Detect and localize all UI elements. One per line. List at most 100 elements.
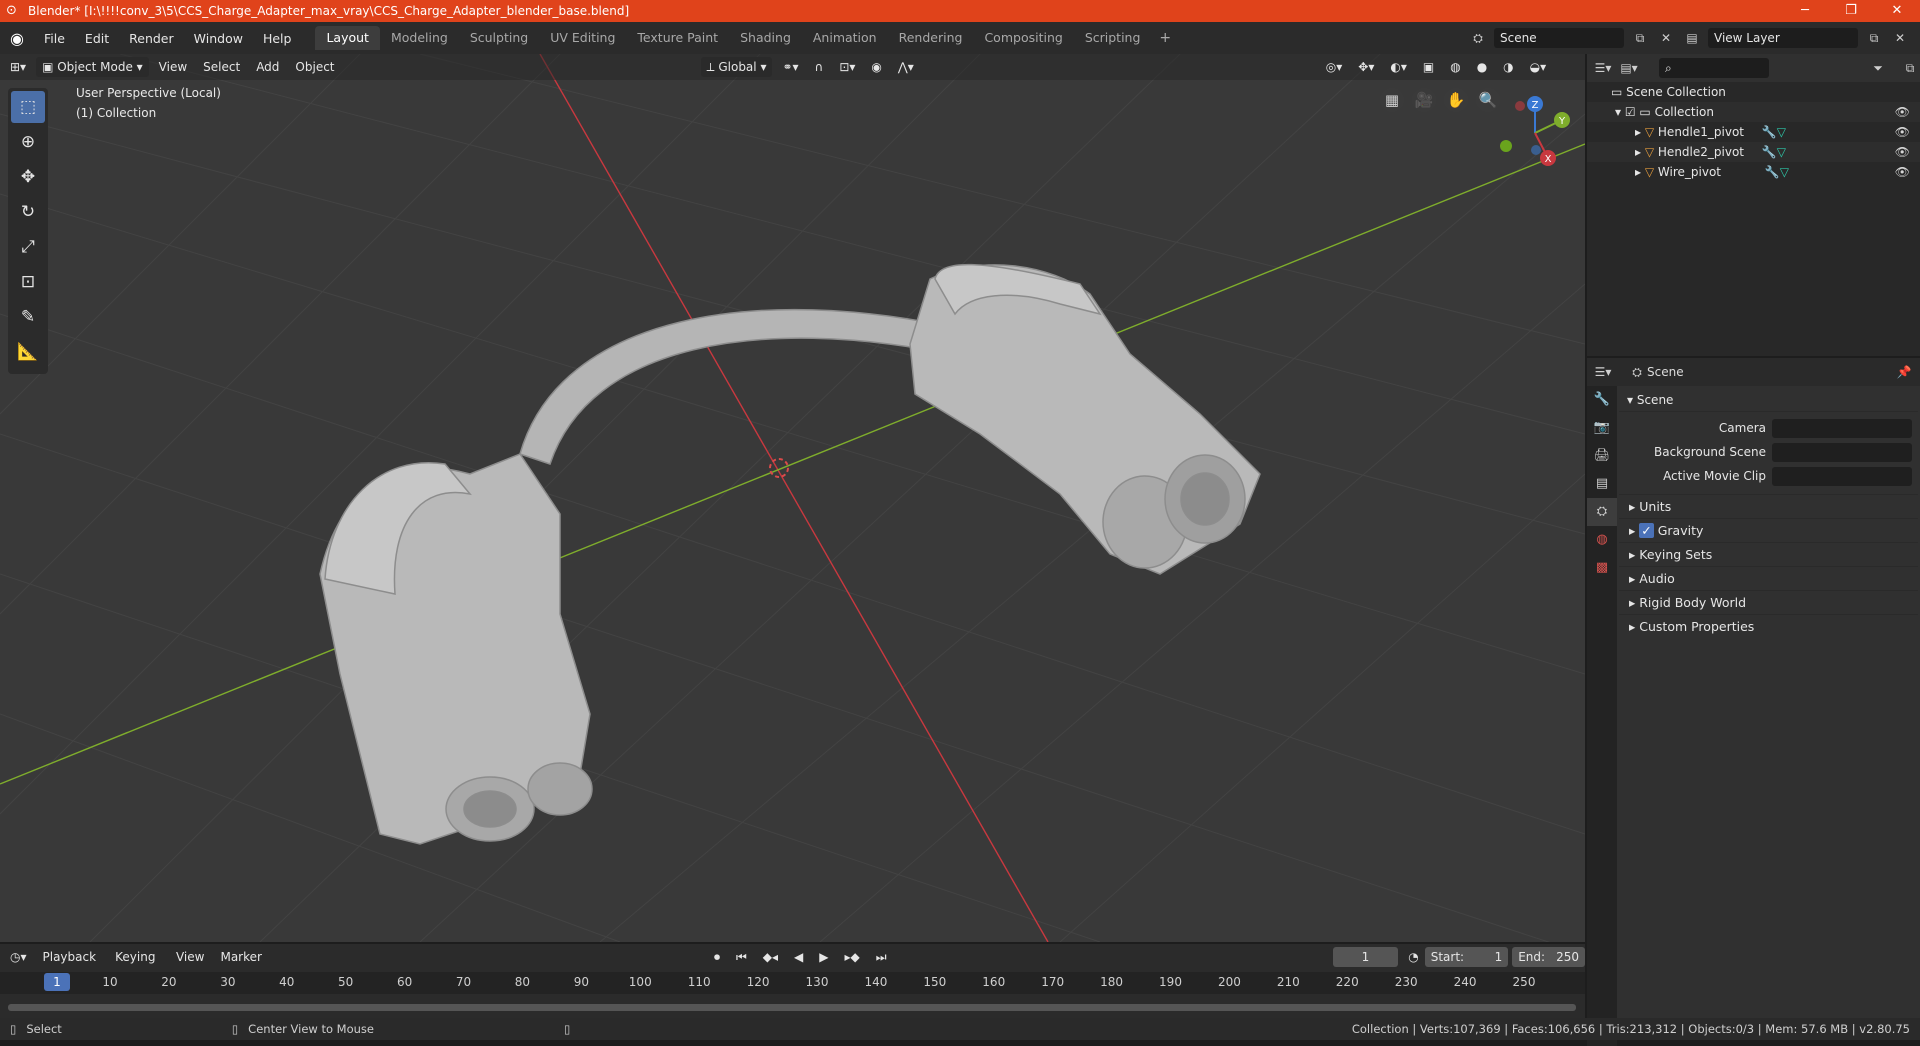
snap-target-icon[interactable]: ⊡▾: [833, 57, 861, 77]
texture-tab-icon[interactable]: ▩: [1587, 554, 1617, 582]
xray-icon[interactable]: ▣: [1417, 57, 1440, 77]
output-tab-icon[interactable]: 🖨: [1587, 442, 1617, 470]
jump-start-button[interactable]: ⏮: [730, 947, 753, 967]
eye-icon[interactable]: 👁: [1895, 102, 1910, 122]
tool-tab-icon[interactable]: 🔧: [1587, 386, 1617, 414]
menu-add[interactable]: Add: [250, 57, 285, 77]
play-reverse-button[interactable]: ◀: [788, 947, 809, 967]
tab-scripting[interactable]: Scripting: [1074, 26, 1152, 50]
new-collection-icon[interactable]: ⧉: [1900, 58, 1920, 78]
cursor-tool-icon[interactable]: ⊕: [11, 126, 45, 158]
transform-tool-icon[interactable]: ⊡: [11, 266, 45, 298]
background-scene-field[interactable]: [1772, 443, 1912, 462]
preview-range-icon[interactable]: ◔: [1402, 947, 1424, 967]
view-layer-tab-icon[interactable]: ▤: [1587, 470, 1617, 498]
shading-rendered-icon[interactable]: ◒▾: [1524, 57, 1553, 77]
timeline-scrollbar[interactable]: [8, 1004, 1576, 1011]
overlays-icon[interactable]: ◐▾: [1384, 57, 1413, 77]
audio-subpanel[interactable]: ▸ Audio: [1619, 566, 1918, 590]
end-frame-field[interactable]: End: 250: [1512, 947, 1585, 967]
outliner-editor-type-icon[interactable]: ☰▾: [1593, 58, 1613, 78]
menu-window[interactable]: Window: [184, 31, 253, 46]
blender-menu-icon[interactable]: ◉: [0, 29, 34, 48]
measure-tool-icon[interactable]: 📐: [11, 336, 45, 368]
tab-modeling[interactable]: Modeling: [380, 26, 459, 50]
outliner-collection-row[interactable]: ▾ ☑ ▭ Collection 👁: [1587, 102, 1920, 122]
toggle-grid-icon[interactable]: ▦: [1380, 88, 1404, 112]
outliner-object-row[interactable]: ▸ ▽ Wire_pivot 🔧▽ 👁: [1587, 162, 1920, 182]
orientation-dropdown[interactable]: ⟂ Global ▾: [700, 57, 773, 77]
tab-uv-editing[interactable]: UV Editing: [539, 26, 626, 50]
menu-file[interactable]: File: [34, 31, 75, 46]
view-layer-field[interactable]: View Layer: [1708, 28, 1858, 48]
play-button[interactable]: ▶: [813, 947, 834, 967]
active-movie-clip-field[interactable]: [1772, 467, 1912, 486]
scene-browse-icon[interactable]: ⛭: [1468, 28, 1488, 48]
custom-properties-subpanel[interactable]: ▸ Custom Properties: [1619, 614, 1918, 638]
3d-viewport[interactable]: ⊞▾ ▣ Object Mode ▾ View Select Add Objec…: [0, 54, 1585, 942]
navigation-gizmo[interactable]: Z Y X: [1490, 88, 1580, 178]
pivot-point-icon[interactable]: ⚭▾: [776, 57, 804, 77]
view-layer-browse-icon[interactable]: ▤: [1682, 28, 1702, 48]
prev-keyframe-button[interactable]: ◆◂: [757, 947, 784, 967]
outliner-object-row[interactable]: ▸ ▽ Hendle1_pivot 🔧▽ 👁: [1587, 122, 1920, 142]
tab-rendering[interactable]: Rendering: [888, 26, 974, 50]
menu-keying[interactable]: Keying ▾: [109, 947, 166, 984]
start-frame-field[interactable]: Start: 1: [1424, 947, 1509, 967]
timeline-editor-type-icon[interactable]: ◷▾: [4, 947, 33, 967]
menu-help[interactable]: Help: [253, 31, 302, 46]
eye-icon[interactable]: 👁: [1895, 142, 1910, 162]
outliner-object-row[interactable]: ▸ ▽ Hendle2_pivot 🔧▽ 👁: [1587, 142, 1920, 162]
tab-compositing[interactable]: Compositing: [973, 26, 1073, 50]
tab-animation[interactable]: Animation: [802, 26, 888, 50]
gravity-subpanel[interactable]: ▸ ✓ Gravity: [1619, 518, 1918, 542]
minimize-button[interactable]: ─: [1782, 0, 1828, 22]
visibility-icon[interactable]: ◎▾: [1320, 57, 1349, 77]
charge-adapter-model[interactable]: [319, 263, 1261, 845]
render-tab-icon[interactable]: 📷: [1587, 414, 1617, 442]
menu-marker[interactable]: Marker: [214, 947, 267, 967]
new-view-layer-icon[interactable]: ⧉: [1864, 28, 1884, 48]
menu-select[interactable]: Select: [197, 57, 246, 77]
select-box-icon[interactable]: ⬚: [11, 91, 45, 123]
menu-view[interactable]: View: [153, 57, 193, 77]
scale-tool-icon[interactable]: ⤢: [11, 231, 45, 263]
gravity-checkbox[interactable]: ✓: [1639, 523, 1654, 538]
menu-render[interactable]: Render: [119, 31, 184, 46]
move-tool-icon[interactable]: ✥: [11, 161, 45, 193]
current-frame-marker[interactable]: 1: [44, 973, 70, 991]
editor-type-icon[interactable]: ⊞▾: [4, 57, 32, 77]
camera-view-icon[interactable]: 🎥: [1412, 88, 1436, 112]
outliner-search-input[interactable]: ⌕: [1659, 58, 1769, 78]
viewport-scene[interactable]: [0, 54, 1585, 942]
units-subpanel[interactable]: ▸ Units: [1619, 494, 1918, 518]
shading-solid-icon[interactable]: ●: [1471, 57, 1493, 77]
shading-wireframe-icon[interactable]: ◍: [1444, 57, 1466, 77]
falloff-icon[interactable]: ⋀▾: [892, 57, 920, 77]
snap-magnet-icon[interactable]: ∩: [809, 57, 830, 77]
delete-scene-icon[interactable]: ✕: [1656, 28, 1676, 48]
new-scene-icon[interactable]: ⧉: [1630, 28, 1650, 48]
camera-field[interactable]: [1772, 419, 1912, 438]
object-mode-dropdown[interactable]: ▣ Object Mode ▾: [36, 57, 149, 77]
jump-end-button[interactable]: ⏭: [870, 947, 893, 967]
scene-name-field[interactable]: Scene: [1494, 28, 1624, 48]
rotate-tool-icon[interactable]: ↻: [11, 196, 45, 228]
display-mode-icon[interactable]: ▤▾: [1619, 58, 1639, 78]
next-keyframe-button[interactable]: ▸◆: [839, 947, 866, 967]
record-button[interactable]: ⏺: [708, 947, 726, 967]
add-workspace-button[interactable]: +: [1151, 30, 1179, 46]
3d-cursor-icon[interactable]: [769, 458, 789, 478]
outliner-scene-collection[interactable]: ▭ Scene Collection: [1587, 82, 1920, 102]
pan-hand-icon[interactable]: ✋: [1444, 88, 1468, 112]
menu-timeline-view[interactable]: View: [170, 947, 210, 967]
close-button[interactable]: ✕: [1874, 0, 1920, 22]
tab-sculpting[interactable]: Sculpting: [459, 26, 539, 50]
tab-texture-paint[interactable]: Texture Paint: [626, 26, 729, 50]
eye-icon[interactable]: 👁: [1895, 122, 1910, 142]
menu-playback[interactable]: Playback ▾: [37, 947, 106, 984]
proportional-edit-icon[interactable]: ◉: [865, 57, 887, 77]
current-frame-field[interactable]: 1: [1332, 947, 1399, 967]
rigid-body-world-subpanel[interactable]: ▸ Rigid Body World: [1619, 590, 1918, 614]
timeline-ruler[interactable]: 1 10 20 30 40 50 60 70 80 90 100 110 120 130 140 150 160…: [0, 972, 1585, 994]
